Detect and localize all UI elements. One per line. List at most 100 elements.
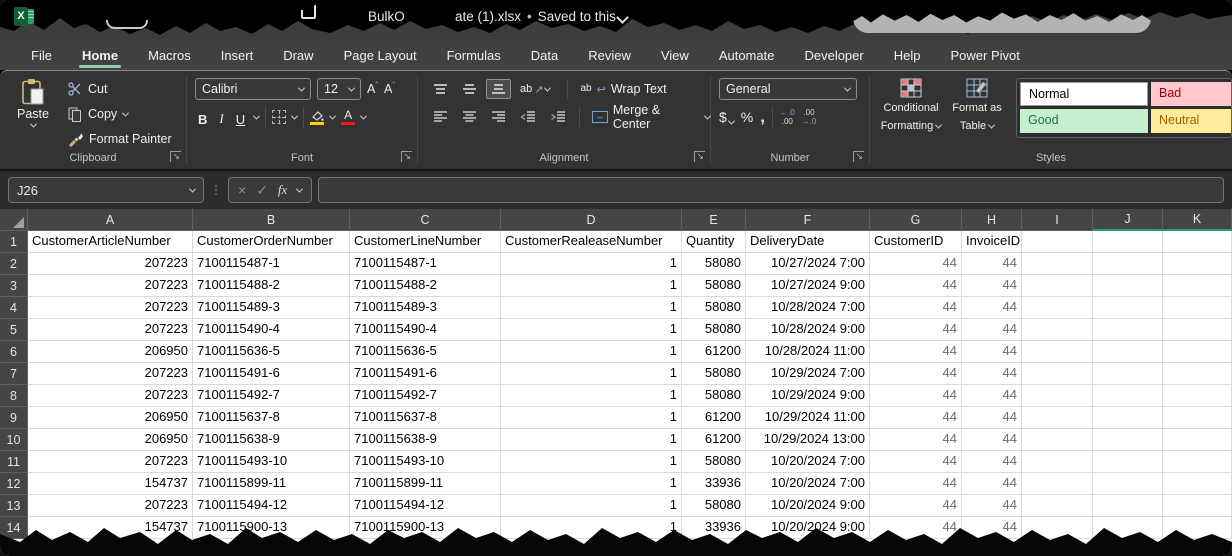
currency-button[interactable]: $	[719, 109, 734, 125]
cell-I6[interactable]	[1022, 341, 1093, 363]
row-header-9[interactable]: 9	[0, 407, 28, 429]
tab-view[interactable]: View	[646, 40, 704, 70]
cell-B12[interactable]: 7100115899-11	[193, 473, 350, 495]
row-header-2[interactable]: 2	[0, 253, 28, 275]
cell-B7[interactable]: 7100115491-6	[193, 363, 350, 385]
cell-D12[interactable]: 1	[501, 473, 682, 495]
format-as-table-button[interactable]: Format as Table	[944, 78, 1010, 134]
cell-K2[interactable]	[1163, 253, 1232, 275]
underline-button[interactable]: U	[233, 107, 248, 127]
cell-J1[interactable]	[1093, 231, 1163, 253]
cell-D10[interactable]: 1	[501, 429, 682, 451]
style-good[interactable]: Good	[1020, 109, 1148, 133]
cell-C5[interactable]: 7100115490-4	[350, 319, 501, 341]
dialog-launcher-icon[interactable]: ↘	[170, 151, 181, 162]
cell-E12[interactable]: 33936	[682, 473, 746, 495]
cell-D8[interactable]: 1	[501, 385, 682, 407]
copy-button[interactable]: Copy	[68, 103, 172, 125]
cell-H9[interactable]: 44	[962, 407, 1022, 429]
row-header-12[interactable]: 12	[0, 473, 28, 495]
cell-K1[interactable]	[1163, 231, 1232, 253]
cell-G1[interactable]: CustomerID	[870, 231, 962, 253]
cell-B3[interactable]: 7100115488-2	[193, 275, 350, 297]
select-all-corner[interactable]	[0, 209, 28, 231]
underline-chevron-icon[interactable]	[253, 112, 260, 119]
cell-I10[interactable]	[1022, 429, 1093, 451]
column-header-E[interactable]: E	[682, 209, 746, 231]
cut-button[interactable]: Cut	[68, 78, 172, 100]
cell-F13[interactable]: 10/20/2024 9:00	[746, 495, 870, 517]
cell-A1[interactable]: CustomerArticleNumber	[28, 231, 193, 253]
cell-E9[interactable]: 61200	[682, 407, 746, 429]
cell-H13[interactable]: 44	[962, 495, 1022, 517]
cell-J12[interactable]	[1093, 473, 1163, 495]
cell-I9[interactable]	[1022, 407, 1093, 429]
comma-style-button[interactable]: ,	[760, 107, 765, 127]
cell-B9[interactable]: 7100115637-8	[193, 407, 350, 429]
tab-page-layout[interactable]: Page Layout	[329, 40, 432, 70]
decrease-indent-button[interactable]	[515, 107, 541, 127]
cell-B1[interactable]: CustomerOrderNumber	[193, 231, 350, 253]
font-name-select[interactable]: Calibri	[195, 78, 311, 100]
column-header-A[interactable]: A	[28, 209, 193, 231]
align-center-button[interactable]	[457, 107, 482, 127]
tab-home[interactable]: Home	[67, 40, 133, 70]
cell-C9[interactable]: 7100115637-8	[350, 407, 501, 429]
borders-button[interactable]	[272, 110, 286, 124]
cell-H2[interactable]: 44	[962, 253, 1022, 275]
cell-H11[interactable]: 44	[962, 451, 1022, 473]
tab-data[interactable]: Data	[516, 40, 573, 70]
cell-G3[interactable]: 44	[870, 275, 962, 297]
cell-K6[interactable]	[1163, 341, 1232, 363]
insert-function-button[interactable]: fx	[278, 182, 287, 198]
row-header-10[interactable]: 10	[0, 429, 28, 451]
increase-indent-button[interactable]	[545, 107, 571, 127]
fill-color-button[interactable]	[310, 110, 324, 125]
enter-icon[interactable]: ✓	[256, 183, 268, 197]
cell-E5[interactable]: 58080	[682, 319, 746, 341]
cell-H5[interactable]: 44	[962, 319, 1022, 341]
cell-C12[interactable]: 7100115899-11	[350, 473, 501, 495]
row-header-13[interactable]: 13	[0, 495, 28, 517]
font-color-button[interactable]: A	[341, 110, 355, 125]
cell-A5[interactable]: 207223	[28, 319, 193, 341]
decrease-font-button[interactable]: Aˇ	[384, 81, 395, 96]
cell-C3[interactable]: 7100115488-2	[350, 275, 501, 297]
name-box[interactable]: J26	[8, 177, 204, 203]
cell-J11[interactable]	[1093, 451, 1163, 473]
tab-power-pivot[interactable]: Power Pivot	[935, 40, 1034, 70]
tab-macros[interactable]: Macros	[133, 40, 206, 70]
cell-A4[interactable]: 207223	[28, 297, 193, 319]
decrease-decimal-button[interactable]: .00→.0	[802, 109, 817, 126]
cell-E8[interactable]: 58080	[682, 385, 746, 407]
cell-D6[interactable]: 1	[501, 341, 682, 363]
column-header-H[interactable]: H	[962, 209, 1022, 231]
cell-D4[interactable]: 1	[501, 297, 682, 319]
cell-A6[interactable]: 206950	[28, 341, 193, 363]
cell-K4[interactable]	[1163, 297, 1232, 319]
style-normal[interactable]: Normal	[1020, 82, 1148, 106]
orientation-button[interactable]: ab↗	[515, 79, 555, 100]
cell-D5[interactable]: 1	[501, 319, 682, 341]
tab-formulas[interactable]: Formulas	[432, 40, 516, 70]
bold-button[interactable]: B	[195, 107, 210, 127]
cell-C11[interactable]: 7100115493-10	[350, 451, 501, 473]
cell-A12[interactable]: 154737	[28, 473, 193, 495]
italic-button[interactable]: I	[216, 107, 226, 127]
cell-C8[interactable]: 7100115492-7	[350, 385, 501, 407]
cell-E1[interactable]: Quantity	[682, 231, 746, 253]
cell-C10[interactable]: 7100115638-9	[350, 429, 501, 451]
tab-review[interactable]: Review	[573, 40, 646, 70]
cell-D2[interactable]: 1	[501, 253, 682, 275]
align-left-button[interactable]	[428, 107, 453, 127]
conditional-formatting-button[interactable]: Conditional Formatting	[878, 78, 944, 134]
row-header-11[interactable]: 11	[0, 451, 28, 473]
formula-input[interactable]	[318, 177, 1224, 203]
cell-F1[interactable]: DeliveryDate	[746, 231, 870, 253]
cell-F11[interactable]: 10/20/2024 7:00	[746, 451, 870, 473]
cell-K8[interactable]	[1163, 385, 1232, 407]
cell-H7[interactable]: 44	[962, 363, 1022, 385]
cell-H8[interactable]: 44	[962, 385, 1022, 407]
cell-K5[interactable]	[1163, 319, 1232, 341]
increase-decimal-button[interactable]: ←.0.00	[780, 109, 795, 126]
